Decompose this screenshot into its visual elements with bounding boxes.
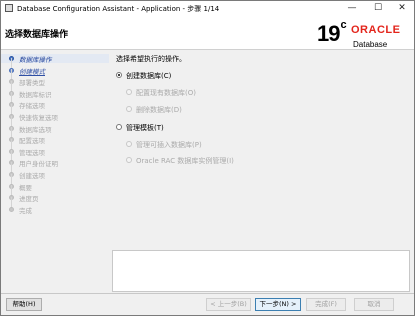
nav-step-label: 概要 bbox=[19, 183, 32, 192]
radio-label: 删除数据库(D) bbox=[136, 106, 182, 114]
radio-indicator bbox=[126, 89, 132, 95]
nav-step: 部署类型 bbox=[1, 69, 109, 88]
nav-step: 进度页 bbox=[1, 185, 109, 204]
dbca-window: Database Configuration Assistant - Appli… bbox=[0, 0, 415, 316]
nav-step-label: 数据库操作 bbox=[19, 56, 52, 64]
radio-indicator bbox=[116, 124, 122, 130]
step-connector bbox=[11, 173, 12, 185]
nav-step-label: 部署类型 bbox=[19, 79, 45, 88]
operation-prompt: 选择希望执行的操作。 bbox=[116, 55, 186, 63]
radio-indicator bbox=[126, 106, 132, 112]
radio-label: 管理可插入数据库(P) bbox=[136, 141, 202, 149]
title-bar: Database Configuration Assistant - Appli… bbox=[1, 1, 414, 16]
minimize-button[interactable]: — bbox=[341, 1, 363, 16]
radio-indicator bbox=[126, 141, 132, 147]
nav-step-label: 创建选项 bbox=[19, 172, 45, 180]
radio-label: 管理模板(T) bbox=[126, 124, 164, 132]
nav-step: 概要 bbox=[1, 173, 109, 192]
footer-divider bbox=[1, 293, 414, 294]
app-icon bbox=[5, 4, 13, 12]
window-title: Database Configuration Assistant - Appli… bbox=[17, 5, 220, 13]
radio-indicator bbox=[126, 157, 132, 163]
message-panel bbox=[112, 250, 410, 292]
nav-step-label: 用户身份证明 bbox=[19, 160, 58, 169]
main-panel: 选择希望执行的操作。 创建数据库(C) 配置现有数据库(O) 删除数据库(D) … bbox=[110, 50, 412, 292]
nav-step: 配置选项 bbox=[1, 127, 109, 146]
nav-step-label: 存储选项 bbox=[19, 102, 45, 111]
close-button[interactable]: ✕ bbox=[391, 1, 413, 16]
logo-product-name: Database bbox=[353, 40, 388, 49]
oracle-brand-logo: ORACLE bbox=[351, 24, 401, 36]
nav-step-label: 完成 bbox=[19, 206, 32, 215]
step-navigation: 数据库操作创建模式部署类型数据库标识存储选项快速恢复选项 数据库选项配置选项管理选… bbox=[1, 50, 109, 292]
nav-step-label: 快速恢复选项 bbox=[19, 114, 58, 122]
nav-step: 数据库标识 bbox=[1, 80, 109, 99]
radio-label: 配置现有数据库(O) bbox=[136, 89, 196, 97]
nav-step: 存储选项 bbox=[1, 92, 109, 111]
nav-step-label: 进度页 bbox=[19, 195, 39, 204]
nav-step-label: 数据库标识 bbox=[19, 90, 52, 99]
back-button[interactable]: < 上一步(B) bbox=[206, 298, 251, 311]
nav-step: 管理选项 bbox=[1, 138, 109, 157]
finish-button[interactable]: 完成(F) bbox=[306, 298, 346, 311]
page-header: 选择数据库操作 19c ORACLE Database bbox=[1, 16, 414, 50]
logo-version: 19 bbox=[317, 21, 341, 46]
page-title: 选择数据库操作 bbox=[5, 30, 69, 40]
nav-step: 数据库选项 bbox=[1, 115, 109, 134]
step-connector bbox=[11, 115, 12, 127]
nav-step: 快速恢复选项 bbox=[1, 104, 109, 122]
nav-step: 完成 bbox=[1, 196, 109, 215]
step-bullet-icon bbox=[9, 206, 14, 212]
help-button[interactable]: 帮助(H) bbox=[6, 298, 42, 311]
nav-step-label: 配置选项 bbox=[19, 137, 45, 146]
logo-version-sup: c bbox=[340, 19, 346, 31]
step-connector bbox=[11, 57, 12, 69]
nav-step-label: 数据库选项 bbox=[19, 125, 52, 134]
radio-indicator bbox=[116, 72, 122, 78]
nav-step-label: 管理选项 bbox=[19, 148, 45, 157]
radio-label: Oracle RAC 数据库实例管理(I) bbox=[136, 157, 234, 165]
maximize-button[interactable]: ☐ bbox=[367, 1, 389, 16]
nav-step: 创建选项 bbox=[1, 162, 109, 180]
next-button[interactable]: 下一步(N) > bbox=[255, 298, 301, 311]
oracle-19c-logo: 19c bbox=[317, 19, 347, 47]
radio-label: 创建数据库(C) bbox=[126, 72, 172, 80]
nav-step: 用户身份证明 bbox=[1, 150, 109, 169]
nav-step-label: 创建模式 bbox=[19, 67, 45, 76]
nav-step[interactable]: 创建模式 bbox=[1, 57, 109, 76]
cancel-button[interactable]: 取消 bbox=[354, 298, 394, 311]
nav-step[interactable]: 数据库操作 bbox=[1, 54, 109, 64]
